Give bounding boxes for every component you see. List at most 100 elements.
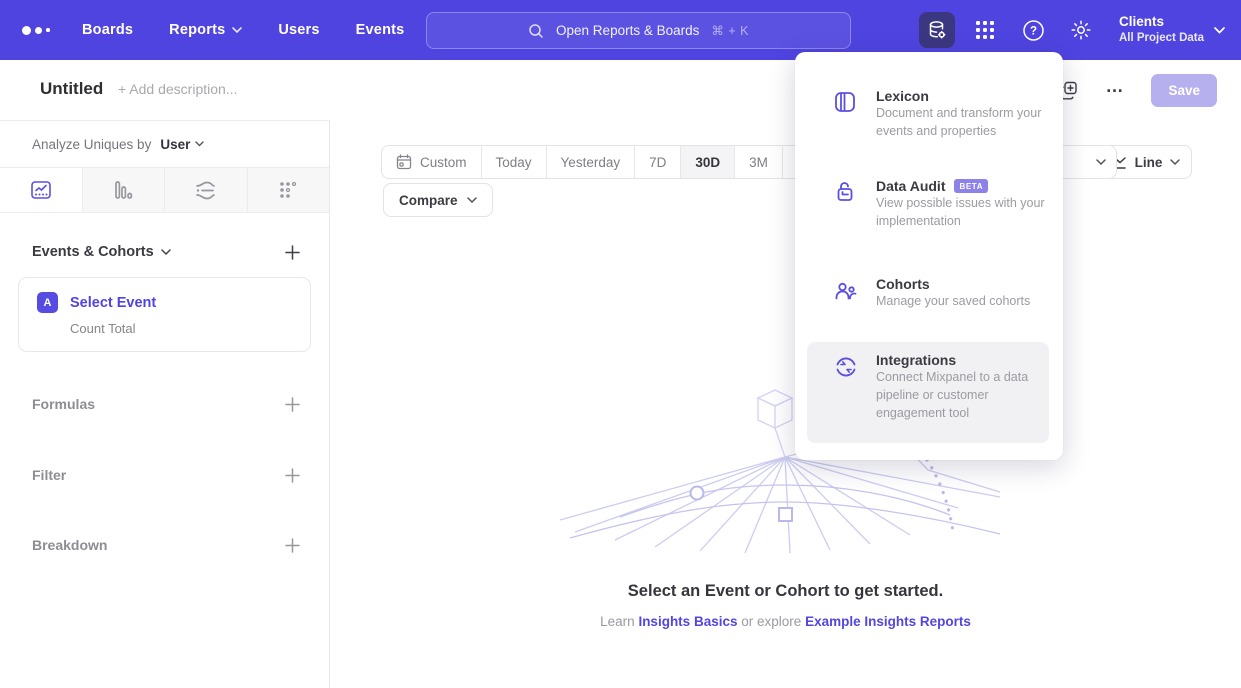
chart-canvas-area: Custom Today Yesterday 7D 30D 3M 6M Comp… (330, 120, 1241, 688)
nav-item-events[interactable]: Events (356, 22, 405, 38)
apps-grid-button[interactable] (967, 12, 1003, 48)
query-builder-sidebar: Analyze Uniques by User (0, 120, 330, 688)
data-management-menu: Lexicon Document and transform your even… (795, 52, 1063, 460)
metrics-tab-icon (276, 178, 300, 202)
menu-item-title: Data Audit BETA (876, 178, 1049, 194)
add-filter-button[interactable] (281, 464, 303, 486)
menu-item-title: Lexicon (876, 88, 1049, 104)
menu-item-description: View possible issues with your implement… (876, 196, 1045, 228)
navbar-right-controls: ? Clients All Project Data (919, 0, 1225, 60)
filter-label: Filter (32, 467, 66, 483)
nav-item-reports[interactable]: Reports (169, 22, 242, 38)
breakdown-label: Breakdown (32, 537, 107, 553)
search-icon (528, 23, 544, 39)
breakdown-section: Breakdown (0, 534, 329, 556)
range-today[interactable]: Today (481, 146, 546, 178)
settings-button[interactable] (1063, 12, 1099, 48)
search-shortcut: ⌘ + K (711, 23, 749, 38)
plus-icon (285, 245, 300, 260)
range-yesterday[interactable]: Yesterday (546, 146, 635, 178)
menu-item-data-audit[interactable]: Data Audit BETA View possible issues wit… (807, 168, 1049, 240)
database-gear-icon (926, 19, 948, 41)
report-actions: … Save (1059, 60, 1217, 120)
chevron-down-icon (195, 141, 204, 147)
org-name: Clients (1119, 14, 1204, 31)
svg-text:?: ? (1029, 25, 1036, 37)
range-7d[interactable]: 7D (634, 146, 680, 178)
tab-line-chart[interactable] (0, 168, 82, 212)
help-button[interactable]: ? (1015, 12, 1051, 48)
menu-item-description: Document and transform your events and p… (876, 106, 1041, 138)
select-event-card[interactable]: A Select Event Count Total (18, 277, 311, 352)
global-search-input[interactable]: Open Reports & Boards ⌘ + K (426, 12, 851, 49)
menu-item-title: Integrations (876, 352, 1049, 368)
date-range-control: Custom Today Yesterday 7D 30D 3M 6M (381, 145, 813, 179)
add-event-button[interactable] (281, 241, 303, 263)
chevron-down-icon (161, 249, 171, 255)
more-options-button[interactable]: … (1105, 81, 1125, 99)
empty-state-subtitle: Learn Insights Basics or explore Example… (330, 614, 1241, 629)
line-chart-tab-icon (29, 178, 53, 202)
chevron-down-icon (467, 197, 477, 203)
menu-item-title: Cohorts (876, 276, 1049, 292)
insights-report-page: Boards Reports Users Events Open Reports… (0, 0, 1241, 688)
flow-tab-icon (193, 178, 218, 203)
tab-bar-chart[interactable] (82, 168, 165, 212)
project-selector[interactable]: Clients All Project Data (1119, 14, 1225, 45)
apps-grid-icon (974, 19, 996, 41)
count-total-dropdown[interactable]: Count Total (70, 321, 294, 336)
chevron-down-icon (1214, 27, 1225, 34)
data-management-button[interactable] (919, 12, 955, 48)
chevron-down-icon (232, 27, 242, 33)
tab-flow-chart[interactable] (164, 168, 247, 212)
menu-item-description: Manage your saved cohorts (876, 294, 1030, 308)
compare-dropdown[interactable]: Compare (383, 183, 493, 217)
report-description-input[interactable]: + Add description... (118, 81, 237, 97)
plus-icon (285, 397, 300, 412)
event-series-badge: A (37, 292, 58, 313)
analyze-label: Analyze Uniques by (32, 137, 151, 152)
mixpanel-logo-icon[interactable] (22, 26, 52, 35)
select-event-label[interactable]: Select Event (70, 295, 156, 311)
menu-item-lexicon[interactable]: Lexicon Document and transform your even… (807, 78, 1049, 150)
calendar-icon (396, 154, 412, 170)
help-circle-icon: ? (1022, 19, 1045, 42)
project-scope: All Project Data (1119, 31, 1204, 45)
empty-state-title: Select an Event or Cohort to get started… (330, 582, 1241, 601)
chevron-down-icon (1170, 159, 1180, 165)
chevron-down-icon (1096, 159, 1106, 165)
tab-metrics-grid[interactable] (247, 168, 330, 212)
plus-icon (285, 538, 300, 553)
data-audit-icon (833, 178, 857, 230)
menu-item-integrations[interactable]: Integrations Connect Mixpanel to a data … (807, 342, 1049, 443)
chart-type-tabs (0, 167, 329, 213)
range-3m[interactable]: 3M (734, 146, 782, 178)
range-custom[interactable]: Custom (382, 146, 481, 178)
menu-item-description: Connect Mixpanel to a data pipeline or c… (876, 370, 1028, 420)
nav-item-users[interactable]: Users (278, 22, 319, 38)
filter-section: Filter (0, 464, 329, 486)
cohorts-people-icon (833, 276, 857, 310)
integrations-sync-icon (833, 352, 857, 433)
search-placeholder: Open Reports & Boards (556, 23, 699, 38)
insights-basics-link[interactable]: Insights Basics (638, 614, 737, 629)
report-title[interactable]: Untitled (40, 79, 103, 99)
lexicon-book-icon (833, 88, 857, 140)
save-button[interactable]: Save (1151, 74, 1217, 107)
events-cohorts-section: Events & Cohorts A Select Event Count To… (0, 241, 329, 352)
add-formula-button[interactable] (281, 393, 303, 415)
events-cohorts-dropdown[interactable]: Events & Cohorts (32, 244, 171, 260)
plus-icon (285, 468, 300, 483)
analyze-entity-dropdown[interactable]: User (160, 137, 204, 152)
add-breakdown-button[interactable] (281, 534, 303, 556)
bar-chart-tab-icon (111, 178, 135, 202)
nav-item-boards[interactable]: Boards (82, 22, 133, 38)
gear-icon (1070, 19, 1092, 41)
example-reports-link[interactable]: Example Insights Reports (805, 614, 971, 629)
beta-badge: BETA (954, 179, 988, 193)
top-navbar: Boards Reports Users Events Open Reports… (0, 0, 1241, 60)
range-30d[interactable]: 30D (680, 146, 734, 178)
menu-item-cohorts[interactable]: Cohorts Manage your saved cohorts (807, 266, 1049, 320)
formulas-label: Formulas (32, 396, 95, 412)
primary-nav: Boards Reports Users Events (82, 22, 404, 38)
